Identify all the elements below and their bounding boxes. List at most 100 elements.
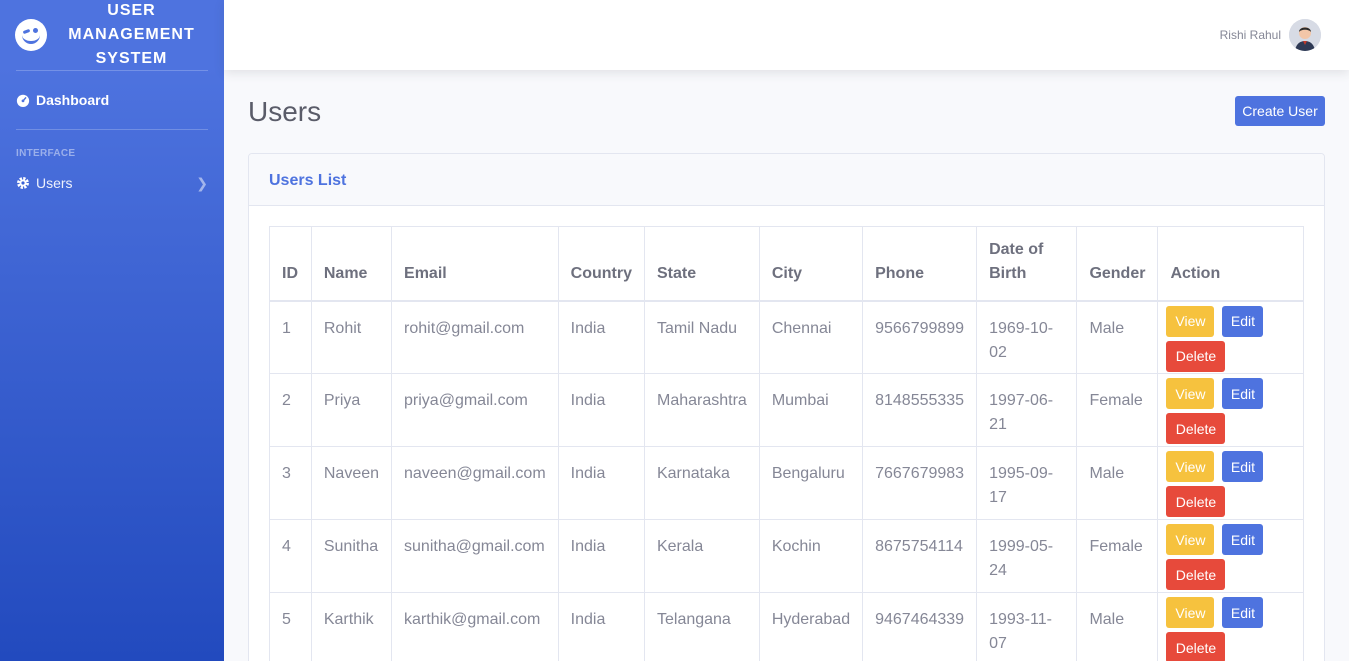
cell-state: Telangana <box>643 592 760 661</box>
cell-country: India <box>557 373 645 447</box>
cell-actions: View Edit Delete <box>1157 373 1304 447</box>
view-button[interactable]: View <box>1166 597 1215 628</box>
avatar[interactable] <box>1289 19 1321 51</box>
cell-city: Kochin <box>758 519 864 593</box>
cell-country: India <box>557 592 645 661</box>
create-user-button[interactable]: Create User <box>1235 96 1325 126</box>
column-header: State <box>643 226 760 302</box>
edit-button[interactable]: Edit <box>1222 378 1264 409</box>
delete-button[interactable]: Delete <box>1166 559 1226 590</box>
edit-button[interactable]: Edit <box>1222 451 1264 482</box>
cell-city: Chennai <box>758 300 864 374</box>
cell-dob: 1997-06-21 <box>976 373 1078 447</box>
cell-name: Priya <box>310 373 393 447</box>
laugh-wink-icon <box>15 19 47 51</box>
cell-id: 5 <box>269 592 312 661</box>
brand-title: USER MANAGEMENT SYSTEM <box>68 2 195 67</box>
cell-name: Sunitha <box>310 519 393 593</box>
users-table: ID Name Email Country State City Phone D… <box>269 226 1304 661</box>
sidebar-item-dashboard[interactable]: Dashboard <box>0 71 224 129</box>
cell-id: 1 <box>269 300 312 374</box>
users-card: Users List ID Name Email Country State C… <box>248 153 1325 661</box>
delete-button[interactable]: Delete <box>1166 413 1226 444</box>
table-header-row: ID Name Email Country State City Phone D… <box>269 226 1304 302</box>
cell-dob: 1999-05-24 <box>976 519 1078 593</box>
cell-country: India <box>557 446 645 520</box>
cell-city: Hyderabad <box>758 592 864 661</box>
column-header: Date of Birth <box>976 226 1078 302</box>
column-header: City <box>758 226 864 302</box>
column-header: Phone <box>862 226 978 302</box>
sidebar-item-users[interactable]: Users ❯ <box>0 166 224 200</box>
tachometer-icon <box>16 94 30 107</box>
cell-name: Karthik <box>310 592 393 661</box>
card-title: Users List <box>249 154 1324 206</box>
table-row: 1 Rohit rohit@gmail.com India Tamil Nadu… <box>269 300 1304 374</box>
cell-country: India <box>557 300 645 374</box>
chevron-right-icon: ❯ <box>196 174 208 191</box>
user-avatar-icon <box>1289 19 1321 51</box>
edit-button[interactable]: Edit <box>1222 597 1264 628</box>
cell-dob: 1969-10-02 <box>976 300 1078 374</box>
cell-email: naveen@gmail.com <box>391 446 559 520</box>
cell-city: Bengaluru <box>758 446 864 520</box>
table-row: 2 Priya priya@gmail.com India Maharashtr… <box>269 373 1304 447</box>
cell-gender: Male <box>1076 446 1159 520</box>
cell-email: rohit@gmail.com <box>391 300 559 374</box>
topbar: Rishi Rahul <box>224 0 1349 70</box>
cell-state: Maharashtra <box>643 373 760 447</box>
brand[interactable]: USER MANAGEMENT SYSTEM <box>0 0 224 70</box>
view-button[interactable]: View <box>1166 524 1215 555</box>
cell-city: Mumbai <box>758 373 864 447</box>
sidebar-item-label: Users <box>36 175 73 191</box>
table-row: 3 Naveen naveen@gmail.com India Karnatak… <box>269 446 1304 520</box>
sidebar: USER MANAGEMENT SYSTEM Dashboard INTERFA… <box>0 0 224 661</box>
cell-state: Kerala <box>643 519 760 593</box>
column-header: Gender <box>1076 226 1159 302</box>
cell-gender: Female <box>1076 519 1159 593</box>
cell-country: India <box>557 519 645 593</box>
cell-phone: 8675754114 <box>862 519 978 593</box>
table-row: 4 Sunitha sunitha@gmail.com India Kerala… <box>269 519 1304 593</box>
cell-email: priya@gmail.com <box>391 373 559 447</box>
view-button[interactable]: View <box>1166 305 1215 337</box>
delete-button[interactable]: Delete <box>1166 486 1226 517</box>
cell-phone: 7667679983 <box>862 446 978 520</box>
cell-id: 3 <box>269 446 312 520</box>
sidebar-item-label: Dashboard <box>36 92 110 108</box>
cell-name: Rohit <box>310 300 393 374</box>
cell-phone: 9467464339 <box>862 592 978 661</box>
table-row: 5 Karthik karthik@gmail.com India Telang… <box>269 592 1304 661</box>
column-header: Action <box>1157 226 1304 302</box>
cell-actions: View Edit Delete <box>1157 446 1304 520</box>
cell-state: Karnataka <box>643 446 760 520</box>
delete-button[interactable]: Delete <box>1166 340 1226 372</box>
cell-dob: 1993-11-07 <box>976 592 1078 661</box>
cell-id: 4 <box>269 519 312 593</box>
sidebar-heading: INTERFACE <box>16 148 76 159</box>
cell-name: Naveen <box>310 446 393 520</box>
cell-gender: Female <box>1076 373 1159 447</box>
column-header: Name <box>310 226 393 302</box>
cell-phone: 8148555335 <box>862 373 978 447</box>
cell-phone: 9566799899 <box>862 300 978 374</box>
edit-button[interactable]: Edit <box>1222 305 1264 337</box>
cog-icon <box>17 177 29 189</box>
cell-gender: Male <box>1076 300 1159 374</box>
user-name[interactable]: Rishi Rahul <box>1220 28 1281 42</box>
page-title: Users <box>248 96 322 127</box>
cell-actions: View Edit Delete <box>1157 300 1304 374</box>
column-header: ID <box>269 226 312 302</box>
delete-button[interactable]: Delete <box>1166 632 1226 661</box>
table-container: ID Name Email Country State City Phone D… <box>269 226 1304 661</box>
view-button[interactable]: View <box>1166 451 1215 482</box>
cell-email: karthik@gmail.com <box>391 592 559 661</box>
column-header: Email <box>391 226 559 302</box>
cell-actions: View Edit Delete <box>1157 592 1304 661</box>
cell-gender: Male <box>1076 592 1159 661</box>
cell-id: 2 <box>269 373 312 447</box>
cell-actions: View Edit Delete <box>1157 519 1304 593</box>
cell-email: sunitha@gmail.com <box>391 519 559 593</box>
edit-button[interactable]: Edit <box>1222 524 1264 555</box>
view-button[interactable]: View <box>1166 378 1215 409</box>
